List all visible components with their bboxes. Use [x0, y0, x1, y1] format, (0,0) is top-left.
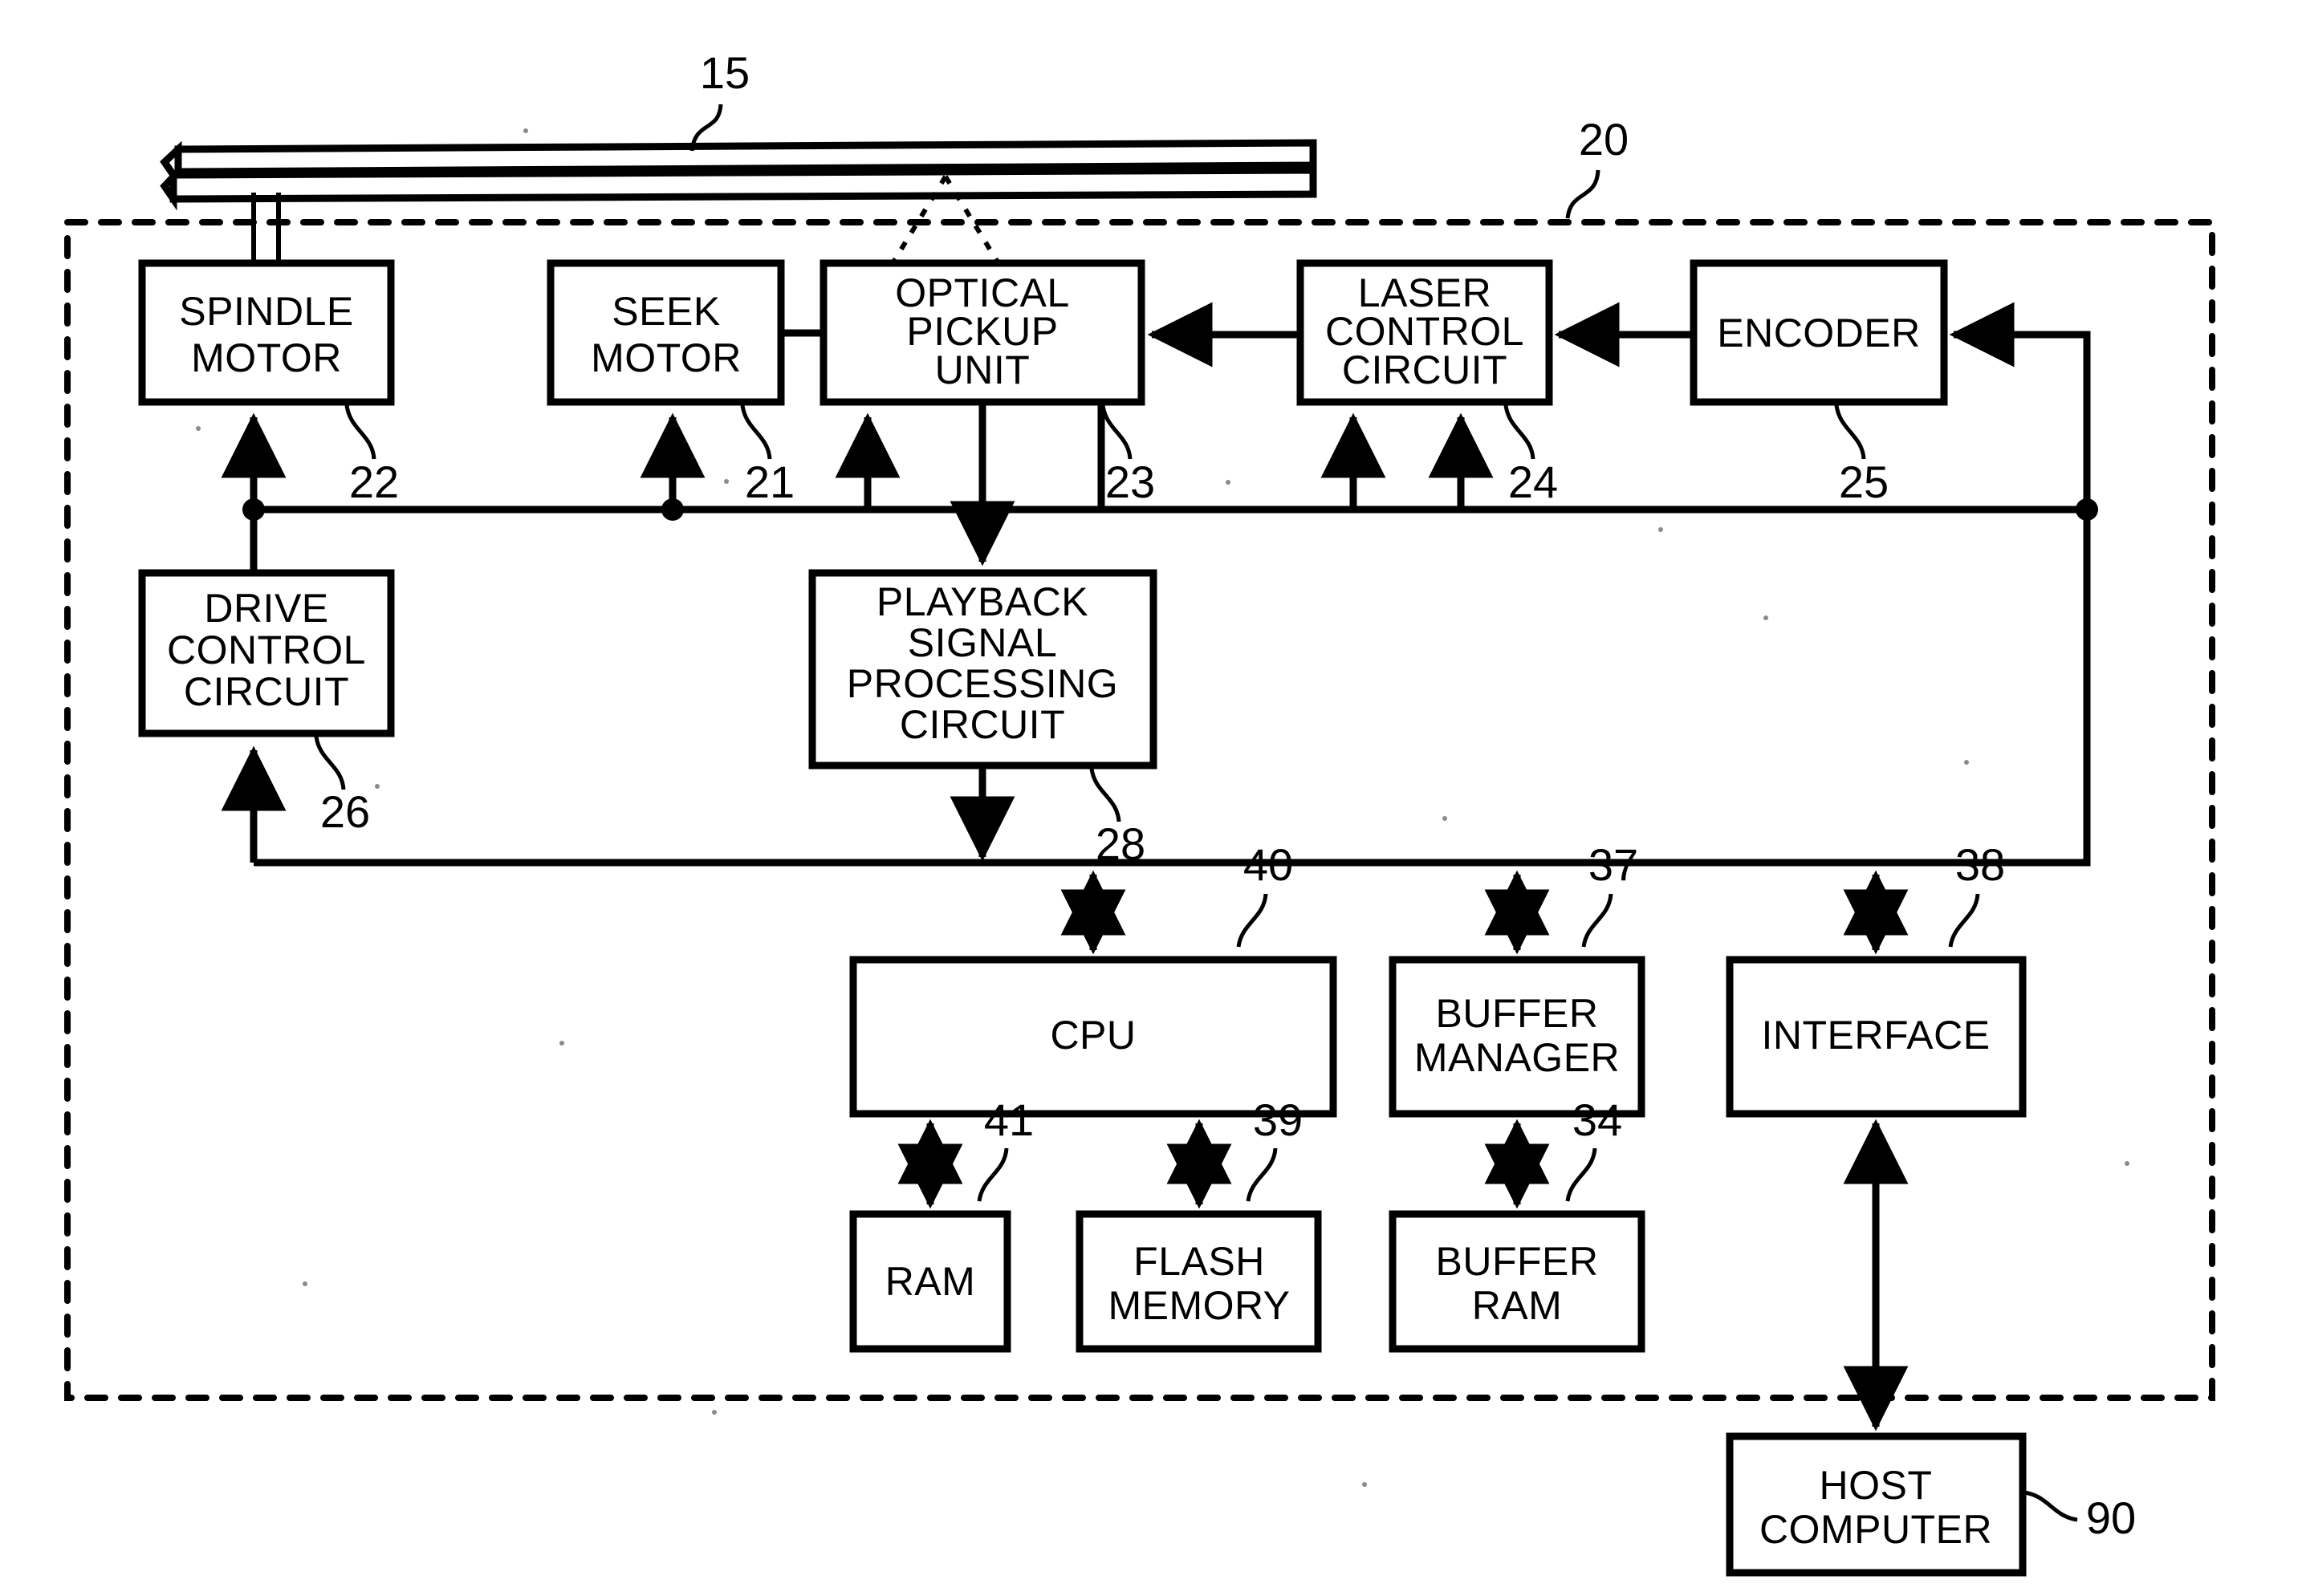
ref-label-41: 41 [984, 1094, 1034, 1145]
system-bus [254, 510, 2091, 867]
buffer-manager-block: BUFFER MANAGER [1389, 956, 1645, 1118]
cpu-block: CPU [849, 956, 1337, 1118]
playback-label-4: CIRCUIT [900, 702, 1065, 747]
drive-control-label-2: CONTROL [167, 627, 366, 672]
laser-control-circuit-block: LASER CONTROL CIRCUIT [1296, 259, 1553, 406]
optical-pickup-unit-block: OPTICAL PICKUP UNIT [820, 259, 1145, 406]
seek-motor-block: SEEK MOTOR [547, 259, 785, 406]
buffer-ram-block: BUFFER RAM [1389, 1210, 1645, 1353]
ref-label-38: 38 [1955, 839, 2005, 890]
ref-label-26: 26 [320, 786, 370, 837]
ref-label-22: 22 [349, 457, 399, 507]
encoder-block: ENCODER [1690, 259, 1948, 406]
ref-optical-pickup: 23 [1100, 404, 1155, 507]
ref-playback: 28 [1089, 768, 1145, 869]
figure-canvas: SPINDLE MOTOR SEEK MOTOR OPTICAL PICKUP … [0, 0, 2302, 1596]
ref-label-40: 40 [1243, 839, 1293, 890]
optical-disc [160, 139, 1317, 211]
block-diagram: SPINDLE MOTOR SEEK MOTOR OPTICAL PICKUP … [64, 47, 2215, 1577]
ref-ram: 41 [977, 1094, 1034, 1202]
flash-memory-block: FLASH MEMORY [1076, 1210, 1322, 1353]
ref-buffer-ram: 34 [1565, 1094, 1622, 1202]
buffer-ram-label-1: BUFFER [1436, 1239, 1599, 1284]
ref-seek-motor: 21 [740, 404, 795, 507]
ref-label-25: 25 [1839, 457, 1889, 507]
buffer-ram-label-2: RAM [1472, 1283, 1563, 1328]
drive-control-circuit-block: DRIVE CONTROL CIRCUIT [138, 569, 395, 737]
ref-disc: 15 [689, 47, 750, 152]
ref-label-39: 39 [1253, 1094, 1303, 1145]
ref-label-23: 23 [1105, 457, 1155, 507]
drive-control-label-1: DRIVE [204, 586, 328, 631]
spindle-shaft [251, 193, 281, 265]
host-computer-block: HOST COMPUTER [1726, 1432, 2027, 1577]
ref-laser-control: 24 [1503, 404, 1558, 507]
ref-label-15: 15 [700, 47, 750, 98]
laser-control-label-3: CIRCUIT [1342, 347, 1507, 392]
flash-memory-label-1: FLASH [1133, 1239, 1265, 1284]
interface-block: INTERFACE [1726, 956, 2027, 1118]
ref-buffer-manager: 37 [1581, 839, 1638, 948]
bus-to-encoder-arrow [1949, 302, 2091, 510]
flash-memory-label-2: MEMORY [1108, 1283, 1290, 1328]
ref-label-34: 34 [1572, 1094, 1622, 1145]
buffer-manager-label-1: BUFFER [1436, 991, 1599, 1036]
ref-drive-unit: 20 [1565, 114, 1629, 219]
buffer-manager-label-2: MANAGER [1414, 1035, 1620, 1080]
spindle-motor-label-1: SPINDLE [179, 289, 353, 334]
cpu-label-1: CPU [1050, 1013, 1136, 1058]
ram-label-1: RAM [885, 1259, 976, 1304]
host-computer-label-2: COMPUTER [1759, 1507, 1992, 1552]
ref-label-37: 37 [1588, 839, 1638, 890]
playback-label-3: PROCESSING [847, 661, 1118, 706]
host-computer-label-1: HOST [1820, 1463, 1933, 1508]
playback-signal-processing-block: PLAYBACK SIGNAL PROCESSING CIRCUIT [808, 569, 1157, 770]
ref-flash-memory: 39 [1246, 1094, 1303, 1202]
ref-host-computer: 90 [2023, 1490, 2136, 1543]
ref-label-21: 21 [745, 457, 795, 507]
ref-encoder: 25 [1834, 404, 1889, 507]
ref-label-28: 28 [1096, 818, 1145, 869]
ref-label-20: 20 [1579, 114, 1629, 164]
seek-motor-label-2: MOTOR [591, 335, 742, 380]
ram-block: RAM [849, 1210, 1011, 1353]
ref-label-90: 90 [2086, 1492, 2136, 1543]
ref-label-24: 24 [1508, 457, 1558, 507]
ref-spindle-motor: 22 [344, 404, 399, 507]
seek-motor-label-1: SEEK [612, 289, 720, 334]
ref-interface: 38 [1948, 839, 2005, 948]
drive-control-label-3: CIRCUIT [184, 669, 349, 714]
control-bus-upper [242, 498, 2098, 521]
optical-pickup-label-3: UNIT [935, 347, 1031, 392]
interface-label-1: INTERFACE [1761, 1013, 1990, 1058]
spindle-motor-label-2: MOTOR [191, 335, 342, 380]
spindle-motor-block: SPINDLE MOTOR [138, 259, 395, 406]
playback-label-2: SIGNAL [908, 620, 1057, 665]
playback-label-1: PLAYBACK [876, 579, 1088, 624]
encoder-label-1: ENCODER [1717, 311, 1921, 355]
ref-cpu: 40 [1236, 839, 1293, 948]
ref-drive-control: 26 [314, 736, 370, 837]
